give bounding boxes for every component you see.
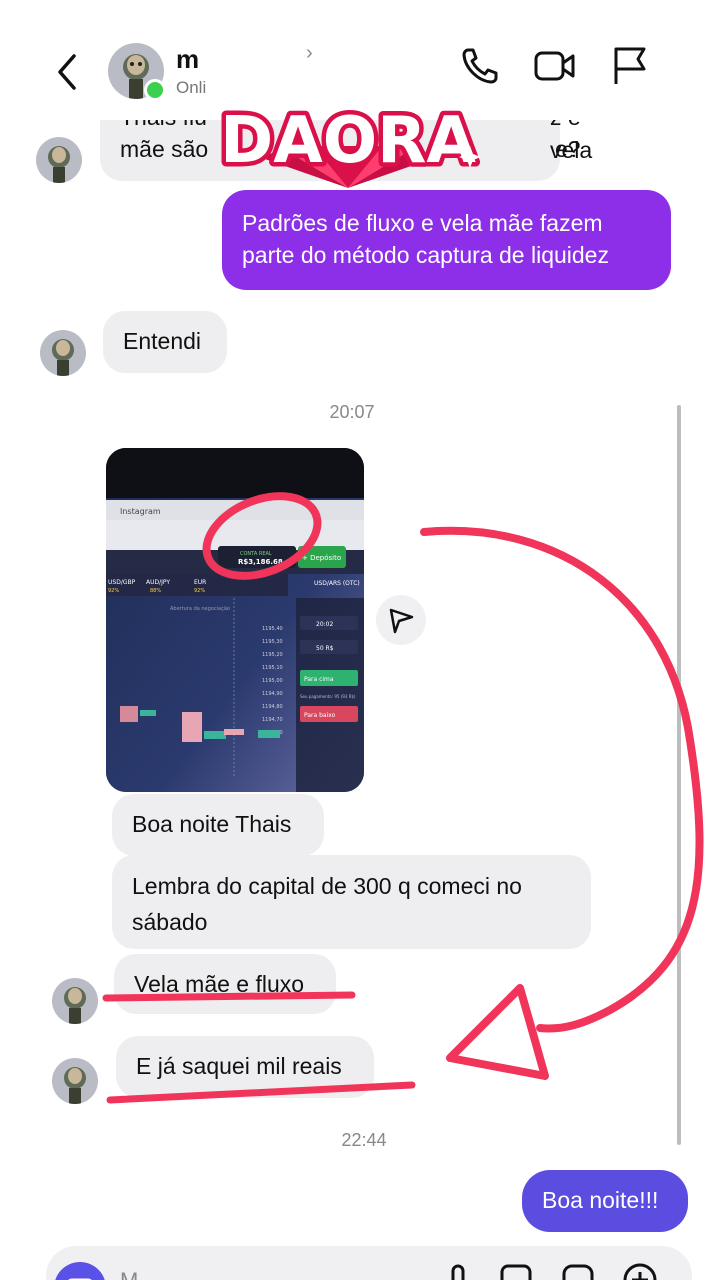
- svg-text:Para cima: Para cima: [304, 676, 334, 683]
- svg-text:AUD/JPY: AUD/JPY: [146, 579, 170, 586]
- phone-icon: [462, 48, 498, 84]
- message-text: sábado: [132, 909, 208, 935]
- message-bubble[interactable]: Lembra do capital de 300 q comeci no sáb…: [112, 855, 591, 949]
- svg-text:EUR: EUR: [194, 579, 206, 586]
- svg-text:Abertura da negociação: Abertura da negociação: [170, 606, 230, 612]
- message-text: Boa noite Thais: [132, 811, 292, 837]
- message-text: Boa noite!!!: [542, 1187, 659, 1213]
- message-bubble[interactable]: E já saquei mil reais: [116, 1036, 374, 1098]
- message-bubble[interactable]: Vela mãe e fluxo: [114, 954, 336, 1014]
- back-button[interactable]: [50, 50, 86, 94]
- price-tick-label: 1195,40: [262, 626, 283, 632]
- microphone-button[interactable]: [440, 1262, 476, 1280]
- chevron-right-icon[interactable]: ›: [306, 42, 313, 65]
- message-text: Entendi: [123, 328, 202, 354]
- svg-text:Para baixo: Para baixo: [304, 712, 336, 719]
- photo-message[interactable]: Instagram CONTA REAL R$3,186.68 + Depósi…: [106, 448, 364, 792]
- svg-text:Seu pagamento: 95 (93 R$): Seu pagamento: 95 (93 R$): [300, 694, 356, 699]
- timestamp: 20:07: [329, 402, 375, 422]
- sticker-text: DAORA: [220, 104, 476, 178]
- message-text: Lembra do capital de 300 q comeci no: [132, 873, 522, 899]
- message-text: e?: [555, 136, 581, 162]
- message-bubble[interactable]: Boa noite Thais: [112, 794, 324, 856]
- plus-icon: [623, 1263, 657, 1280]
- svg-text:USD/GBP: USD/GBP: [108, 579, 136, 586]
- price-tick-label: 1194,80: [262, 704, 283, 710]
- video-camera-icon: [534, 51, 575, 81]
- avatar[interactable]: [52, 1058, 98, 1104]
- timestamp: 22:44: [341, 1130, 387, 1150]
- avatar[interactable]: [36, 137, 82, 183]
- call-button[interactable]: [458, 44, 502, 88]
- price-tick-label: 1195,00: [262, 678, 283, 684]
- message-text: E já saquei mil reais: [136, 1053, 342, 1079]
- svg-text:92%: 92%: [194, 588, 205, 594]
- svg-text:USD/ARS (OTC): USD/ARS (OTC): [314, 580, 360, 587]
- flag-icon: [614, 47, 646, 84]
- svg-text:88%: 88%: [150, 588, 161, 594]
- svg-text:20:02: 20:02: [316, 621, 333, 628]
- image-icon: [500, 1264, 532, 1280]
- message-text: mãe são: [120, 136, 209, 162]
- scrollbar[interactable]: [677, 405, 681, 1145]
- gallery-button[interactable]: [498, 1262, 534, 1280]
- more-button[interactable]: [622, 1262, 658, 1280]
- camera-button[interactable]: [54, 1262, 106, 1280]
- message-text: parte do método captura de liquidez: [242, 242, 609, 268]
- camera-icon: [68, 1278, 92, 1280]
- svg-text:50 R$: 50 R$: [316, 645, 334, 652]
- svg-text:Instagram: Instagram: [120, 507, 161, 516]
- price-tick-label: 1195,30: [262, 639, 283, 645]
- send-icon: [389, 608, 414, 634]
- message-input[interactable]: M: [120, 1268, 138, 1280]
- price-tick-label: 1195,20: [262, 652, 283, 658]
- price-tick-label: 1194,70: [262, 717, 283, 723]
- share-button[interactable]: [376, 595, 426, 645]
- svg-text:+ Depósito: + Depósito: [302, 554, 341, 562]
- sticker-button[interactable]: [560, 1262, 596, 1280]
- price-tick-label: 1194,90: [262, 691, 283, 697]
- message-text: Vela mãe e fluxo: [134, 971, 305, 997]
- avatar[interactable]: [40, 330, 86, 376]
- svg-text:CONTA REAL: CONTA REAL: [240, 551, 272, 557]
- video-call-button[interactable]: [532, 44, 576, 88]
- svg-text:92%: 92%: [108, 588, 119, 594]
- daora-sticker: DAORA: [202, 88, 494, 190]
- price-tick-label: 1195,10: [262, 665, 283, 671]
- microphone-icon: [451, 1264, 465, 1280]
- avatar[interactable]: [52, 978, 98, 1024]
- outgoing-message-bubble[interactable]: Boa noite!!!: [522, 1170, 688, 1232]
- contact-name[interactable]: m: [176, 44, 199, 75]
- back-arrow-icon: [58, 54, 76, 90]
- message-bubble[interactable]: Entendi: [103, 311, 227, 373]
- message-text: Padrões de fluxo e vela mãe fazem: [242, 210, 603, 236]
- report-button[interactable]: [608, 44, 652, 88]
- outgoing-message-bubble[interactable]: Padrões de fluxo e vela mãe fazem parte …: [222, 190, 671, 290]
- sticker-icon: [562, 1264, 594, 1280]
- online-indicator: [144, 79, 166, 101]
